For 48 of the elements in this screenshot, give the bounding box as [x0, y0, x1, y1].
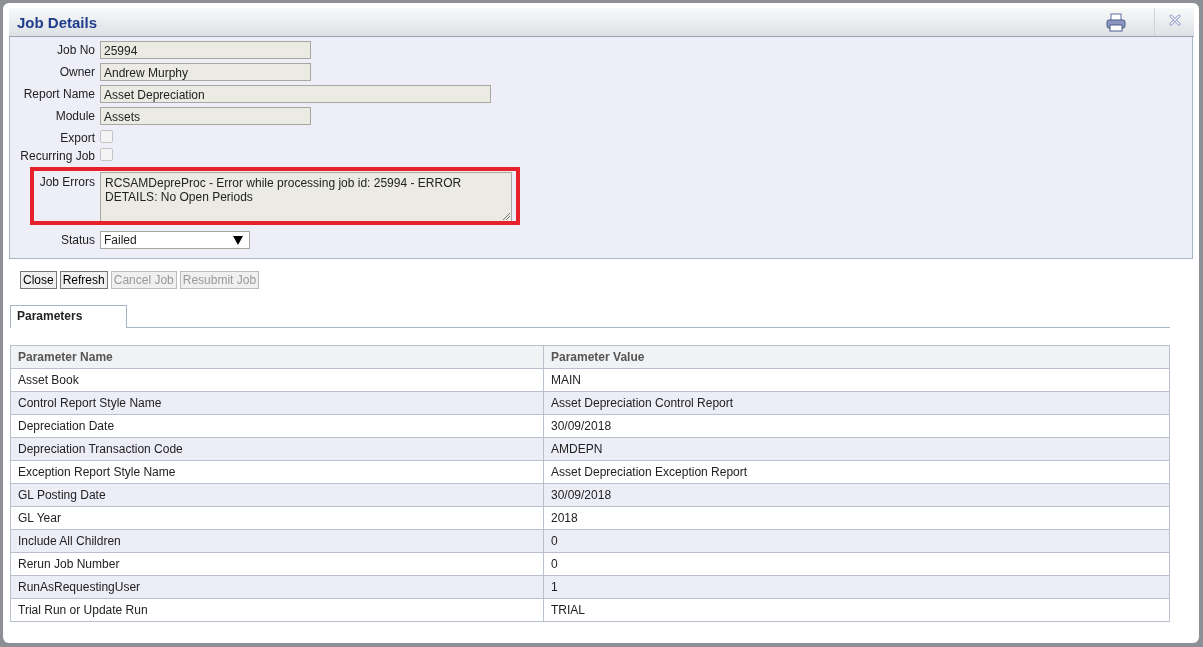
table-cell: Asset Depreciation Control Report: [543, 391, 1170, 415]
printer-icon[interactable]: [1106, 12, 1126, 32]
table-cell: Exception Report Style Name: [10, 460, 544, 484]
table-cell: Trial Run or Update Run: [10, 598, 544, 622]
text-field[interactable]: 25994: [100, 41, 311, 59]
table-cell: 2018: [543, 506, 1170, 530]
text-field[interactable]: Assets: [100, 107, 311, 125]
table-cell: 1: [543, 575, 1170, 599]
field-label: Report Name: [22, 86, 96, 101]
checkbox[interactable]: [100, 130, 113, 143]
table-cell: 30/09/2018: [543, 483, 1170, 507]
table-cell: RunAsRequestingUser: [10, 575, 544, 599]
field-label: Owner: [58, 64, 96, 79]
table-cell: 30/09/2018: [543, 414, 1170, 438]
checkbox[interactable]: [100, 148, 113, 161]
tab[interactable]: Parameters: [10, 305, 127, 328]
field-label: Module: [54, 108, 96, 123]
table-cell: Control Report Style Name: [10, 391, 544, 415]
table-cell: 0: [543, 552, 1170, 576]
window-title: Job Details: [17, 13, 99, 31]
column-header: Parameter Name: [10, 345, 544, 369]
table-cell: Asset Depreciation Exception Report: [543, 460, 1170, 484]
field-label: Status: [59, 232, 96, 247]
table-cell: MAIN: [543, 368, 1170, 392]
table-cell: AMDEPN: [543, 437, 1170, 461]
table-cell: Depreciation Transaction Code: [10, 437, 544, 461]
caret-icon: [233, 235, 243, 245]
table-cell: GL Year: [10, 506, 544, 530]
text-field[interactable]: Andrew Murphy: [100, 63, 311, 81]
field-label: Job Errors: [38, 174, 96, 189]
status-dropdown[interactable]: Failed: [100, 231, 250, 249]
column-header: Parameter Value: [543, 345, 1170, 369]
resize-grip-icon[interactable]: [502, 212, 510, 220]
table-cell: Asset Book: [10, 368, 544, 392]
close-icon[interactable]: [1168, 14, 1181, 26]
text-field[interactable]: Asset Depreciation: [100, 85, 491, 103]
table-cell: Depreciation Date: [10, 414, 544, 438]
action-button[interactable]: Refresh: [59, 271, 108, 289]
table-cell: Rerun Job Number: [10, 552, 544, 576]
table-cell: Include All Children: [10, 529, 544, 553]
field-label: Recurring Job: [19, 148, 96, 163]
field-label: Export: [59, 130, 96, 145]
field-label: Job No: [55, 42, 96, 57]
table-cell: TRIAL: [543, 598, 1170, 622]
text-area[interactable]: RCSAMDepreProc - Error while processing job id: 25994 - ERROR DETAILS: No Open Periods: [100, 172, 512, 222]
table-cell: 0: [543, 529, 1170, 553]
table-cell: GL Posting Date: [10, 483, 544, 507]
action-button[interactable]: Close: [20, 271, 57, 289]
